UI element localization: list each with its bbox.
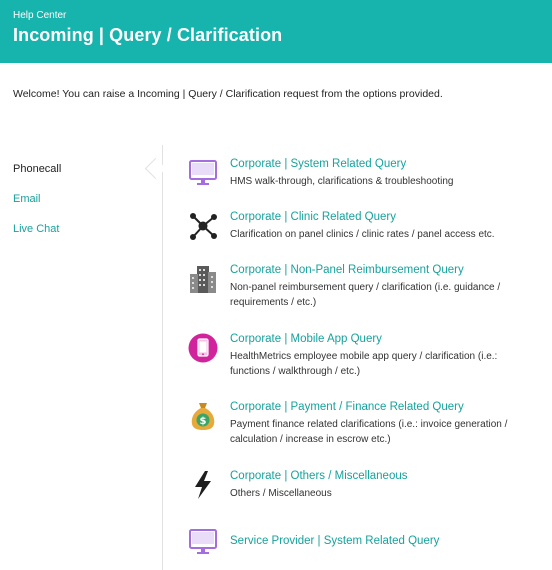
option-description: Clarification on panel clinics / clinic … — [230, 229, 495, 240]
page-title: Incoming | Query / Clarification — [13, 25, 283, 45]
option-description: Payment finance related clarifications (… — [230, 419, 508, 445]
option-description: Non-panel reimbursement query / clarific… — [230, 282, 501, 308]
network-icon — [190, 213, 217, 240]
option-description: Others / Miscellaneous — [230, 488, 332, 499]
option-title[interactable]: Service Provider | System Related Query — [230, 535, 439, 547]
svg-text:$: $ — [200, 416, 207, 427]
option-title[interactable]: Corporate | Others / Miscellaneous — [230, 470, 407, 482]
nav-item-live-chat[interactable]: Live Chat — [13, 223, 59, 235]
option-title[interactable]: Corporate | Mobile App Query — [230, 333, 382, 345]
option-description: HealthMetrics employee mobile app query … — [230, 351, 498, 377]
lightning-icon — [195, 471, 211, 499]
option-description: HMS walk-through, clarifications & troub… — [230, 176, 454, 187]
page-header: Help Center Incoming | Query / Clarifica… — [0, 0, 552, 63]
option-title[interactable]: Corporate | Payment / Finance Related Qu… — [230, 401, 464, 413]
nav-divider — [162, 145, 163, 570]
money-bag-icon: $ — [191, 403, 215, 430]
option-title[interactable]: Corporate | Clinic Related Query — [230, 211, 396, 223]
mobile-icon — [188, 333, 218, 363]
building-icon — [190, 266, 216, 293]
monitor-icon — [189, 160, 217, 185]
channel-nav: Phonecall Email Live Chat — [0, 145, 167, 570]
option-title[interactable]: Corporate | System Related Query — [230, 158, 406, 170]
monitor-icon — [189, 529, 217, 554]
welcome-message: Welcome! You can raise a Incoming | Quer… — [13, 88, 443, 100]
nav-item-email[interactable]: Email — [13, 193, 41, 205]
nav-item-phonecall[interactable]: Phonecall — [13, 163, 61, 175]
header-subtitle: Help Center — [13, 10, 67, 21]
option-title[interactable]: Corporate | Non-Panel Reimbursement Quer… — [230, 264, 464, 276]
